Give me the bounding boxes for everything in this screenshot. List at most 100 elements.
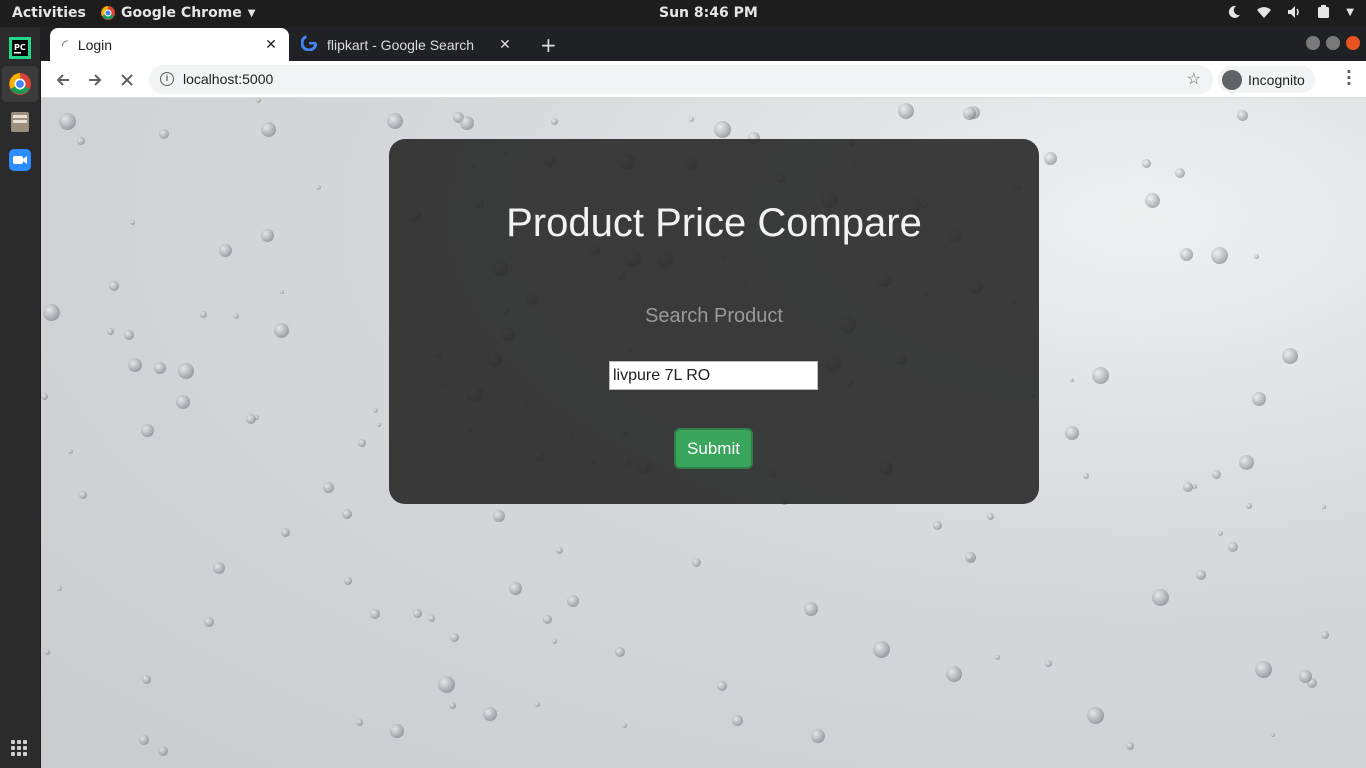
raindrop [79, 491, 87, 499]
raindrop [1228, 542, 1238, 552]
raindrop [804, 602, 818, 616]
raindrop [68, 449, 73, 454]
raindrop [567, 595, 579, 607]
raindrop [1255, 661, 1272, 678]
zoom-icon[interactable] [6, 146, 34, 174]
chevron-down-icon: ▼ [1346, 6, 1354, 18]
raindrop [246, 414, 256, 424]
raindrop [965, 552, 976, 563]
raindrop [1126, 742, 1134, 750]
raindrop [154, 362, 166, 374]
raindrop [1271, 733, 1275, 737]
address-bar[interactable]: i localhost:5000 ☆ [149, 65, 1213, 94]
raindrop [460, 116, 474, 130]
raindrop [200, 311, 207, 318]
raindrop [933, 521, 942, 530]
search-input[interactable] [609, 361, 818, 390]
raindrop [57, 586, 62, 591]
raindrop [77, 137, 85, 145]
raindrop [1246, 503, 1252, 509]
raindrop [281, 528, 290, 537]
night-light-icon [1226, 4, 1242, 20]
raindrop [274, 323, 289, 338]
search-label: Search Product [645, 305, 783, 327]
submit-button[interactable]: Submit [674, 428, 753, 469]
raindrop [1145, 193, 1160, 208]
raindrop [176, 395, 190, 409]
raindrop [41, 393, 48, 400]
raindrop [377, 423, 381, 427]
tab-login[interactable]: ◜ Login ✕ [50, 28, 289, 61]
system-tray[interactable]: ▼ [1226, 4, 1354, 20]
pycharm-icon[interactable]: PC [6, 34, 34, 62]
raindrop [689, 117, 694, 122]
google-icon [300, 34, 318, 54]
arrow-left-icon [56, 74, 69, 86]
raindrop [1282, 348, 1298, 364]
raindrop [139, 735, 149, 745]
files-icon[interactable] [6, 108, 34, 136]
raindrop [556, 547, 563, 554]
raindrop [717, 681, 727, 691]
raindrop [128, 358, 142, 372]
dock: PC [0, 27, 41, 768]
raindrop [1045, 660, 1052, 667]
new-tab-button[interactable]: + [540, 33, 557, 57]
raindrop [987, 513, 994, 520]
tab-flipkart-search[interactable]: flipkart - Google Search ✕ [291, 28, 523, 61]
url-text[interactable]: localhost:5000 [183, 71, 273, 87]
raindrop [1239, 455, 1254, 470]
raindrop [59, 113, 76, 130]
chrome-menu-icon[interactable]: · · · [1346, 64, 1352, 92]
system-top-bar: Activities Google Chrome ▼ Sun 8:46 PM ▼ [0, 0, 1366, 27]
bookmark-star-icon[interactable]: ☆ [1187, 69, 1201, 89]
chevron-down-icon: ▼ [247, 7, 256, 19]
search-card: Product Price Compare Search Product Sub… [389, 139, 1039, 504]
raindrop [413, 609, 422, 618]
raindrop [280, 290, 284, 294]
raindrop [142, 675, 151, 684]
stop-loading-button[interactable] [115, 68, 139, 92]
raindrop [1252, 392, 1266, 406]
raindrop [107, 328, 114, 335]
battery-icon [1316, 4, 1332, 20]
wifi-icon [1256, 4, 1272, 20]
minimize-button[interactable] [1306, 36, 1320, 50]
raindrop [356, 719, 363, 726]
clock[interactable]: Sun 8:46 PM [659, 5, 758, 21]
raindrop [509, 582, 522, 595]
raindrop [261, 122, 276, 137]
activities-button[interactable]: Activities [12, 5, 86, 21]
close-window-button[interactable] [1346, 36, 1360, 50]
raindrop [483, 707, 497, 721]
raindrop [1218, 531, 1223, 536]
raindrop [1087, 707, 1104, 724]
incognito-badge[interactable]: Incognito [1218, 66, 1315, 93]
show-apps-icon[interactable] [11, 740, 27, 756]
raindrop [1083, 473, 1089, 479]
raindrop [1254, 254, 1259, 259]
maximize-button[interactable] [1326, 36, 1340, 50]
raindrop [615, 647, 625, 657]
back-button[interactable] [51, 68, 75, 92]
raindrop [898, 103, 914, 119]
raindrop [344, 577, 352, 585]
raindrop [1299, 670, 1312, 683]
raindrop [811, 729, 825, 743]
raindrop [1152, 589, 1169, 606]
app-menu[interactable]: Google Chrome ▼ [101, 5, 255, 21]
raindrop [535, 702, 540, 707]
forward-button[interactable] [83, 68, 107, 92]
raindrop [946, 666, 962, 682]
raindrop [124, 330, 134, 340]
raindrop [692, 558, 701, 567]
site-info-icon[interactable]: i [160, 72, 174, 86]
raindrop [159, 129, 169, 139]
browser-toolbar: i localhost:5000 ☆ Incognito · · · [41, 61, 1366, 98]
close-icon[interactable]: ✕ [263, 36, 279, 53]
chrome-icon[interactable] [2, 66, 38, 102]
close-icon[interactable]: ✕ [497, 36, 513, 53]
raindrop [450, 633, 459, 642]
raindrop [323, 482, 334, 493]
raindrop [1237, 110, 1248, 121]
